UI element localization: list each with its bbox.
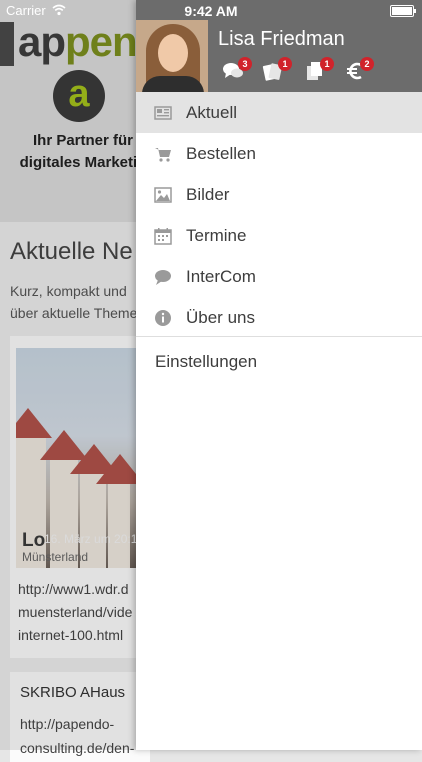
menu-divider — [136, 336, 422, 337]
messages-button[interactable]: 3 — [222, 57, 252, 82]
documents-badge: 1 — [320, 57, 334, 71]
menu-item-einstellungen[interactable]: Einstellungen — [136, 338, 422, 382]
menu-item-label: Aktuell — [186, 103, 238, 122]
menu-item-termine[interactable]: Termine — [136, 215, 422, 256]
navigation-drawer: Lisa Friedman 3 1 1 2 Aktuell Bestellen … — [136, 0, 422, 750]
cards-button[interactable]: 1 — [262, 57, 292, 82]
menu-item-bestellen[interactable]: Bestellen — [136, 133, 422, 174]
menu-item-intercom[interactable]: InterCom — [136, 256, 422, 297]
newspaper-icon — [154, 106, 172, 120]
payments-badge: 2 — [360, 57, 374, 71]
documents-button[interactable]: 1 — [304, 57, 334, 82]
menu-item-bilder[interactable]: Bilder — [136, 174, 422, 215]
menu-item-label: Über uns — [186, 308, 255, 327]
status-bar: Carrier 9:42 AM — [0, 0, 422, 22]
payments-button[interactable]: 2 — [344, 57, 374, 82]
menu-item-label: InterCom — [186, 267, 256, 286]
speech-bubble-icon — [155, 270, 171, 285]
info-icon — [155, 310, 171, 326]
battery-icon — [390, 5, 416, 17]
calendar-icon — [154, 228, 172, 245]
drawer-menu: Aktuell Bestellen Bilder Termine InterCo… — [136, 92, 422, 338]
clock: 9:42 AM — [184, 3, 238, 19]
cards-badge: 1 — [278, 57, 292, 71]
menu-item-ueber-uns[interactable]: Über uns — [136, 297, 422, 338]
cart-icon — [155, 148, 171, 162]
menu-item-label: Bestellen — [186, 144, 256, 163]
menu-item-aktuell[interactable]: Aktuell — [136, 92, 422, 133]
user-name: Lisa Friedman — [218, 28, 345, 50]
menu-item-label: Bilder — [186, 185, 230, 204]
menu-item-label: Einstellungen — [155, 352, 258, 371]
messages-badge: 3 — [238, 57, 252, 71]
image-icon — [154, 187, 172, 203]
avatar[interactable] — [136, 20, 208, 92]
menu-item-label: Termine — [186, 226, 247, 245]
